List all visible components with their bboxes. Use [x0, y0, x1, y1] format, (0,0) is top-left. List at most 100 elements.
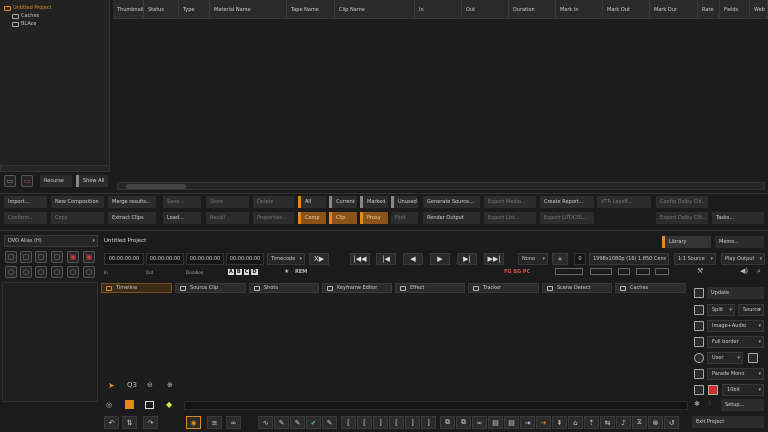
tool-icon[interactable]: ○ — [51, 266, 63, 278]
new-composition-button[interactable]: New Composition — [51, 196, 104, 208]
razor-icon[interactable]: Q3 — [127, 381, 137, 389]
parade-select[interactable]: Parade Mono — [707, 368, 764, 380]
play-reverse-icon[interactable]: ◀ — [403, 253, 423, 265]
clip-toggle[interactable]: Clip — [329, 212, 357, 224]
home-icon[interactable]: ⌂ — [568, 416, 583, 429]
out-timecode[interactable]: 00:00:00:00 — [146, 253, 184, 265]
link-icon[interactable]: ⧉ — [456, 416, 471, 429]
update-button[interactable]: Update — [707, 287, 764, 299]
conform-button[interactable]: Conform... — [4, 212, 47, 224]
zoom-out-icon[interactable]: ⊖ — [147, 381, 153, 389]
tab-source-clip[interactable]: Source Clip — [175, 283, 246, 293]
search-icon[interactable]: ⌕ — [757, 267, 761, 276]
show-all-button[interactable]: Show All — [76, 175, 108, 187]
load-button[interactable]: Load... — [163, 212, 201, 224]
image-audio-icon[interactable] — [694, 321, 704, 331]
timeline-scroll[interactable] — [184, 401, 688, 410]
bracket-icon[interactable]: ] — [373, 416, 388, 429]
prev-frame-icon[interactable]: |◀ — [376, 253, 396, 265]
refresh-icon[interactable] — [694, 288, 704, 298]
find-button[interactable]: Find — [391, 212, 418, 224]
up-icon[interactable]: ⇡ — [584, 416, 599, 429]
curve-icon[interactable]: ∿ — [258, 416, 273, 429]
split-clip-icon[interactable]: ⧉ — [440, 416, 455, 429]
none-select[interactable]: None — [518, 253, 548, 265]
clip-icon[interactable]: ▤ — [488, 416, 503, 429]
col-status[interactable]: Status — [144, 0, 179, 19]
source-select[interactable]: Source — [738, 304, 764, 316]
generate-source-button[interactable]: Generate Source... — [423, 196, 480, 208]
bracket-icon[interactable]: [ — [357, 416, 372, 429]
tab-caches[interactable]: Caches — [615, 283, 686, 293]
folder-delete-icon[interactable]: ▭ — [21, 175, 33, 187]
tasks-button[interactable]: Tasks... — [712, 212, 764, 224]
user-select[interactable]: User — [707, 352, 743, 364]
a-button[interactable]: A — [228, 269, 234, 275]
tab-tracker[interactable]: Tracker — [468, 283, 539, 293]
image-audio-select[interactable]: Image+Audio — [707, 320, 764, 332]
format-select[interactable]: 1998x1080p (16) 1.850 Cen — [589, 253, 669, 265]
tool-icon[interactable]: ○ — [5, 266, 17, 278]
source-mode-select[interactable]: 1:1 Source — [674, 253, 716, 265]
config-dolby-button[interactable]: Config Dolby Clif... — [656, 196, 708, 208]
swap-icon[interactable]: ⇅ — [122, 416, 137, 429]
zoom-in-icon[interactable]: ⊕ — [167, 381, 173, 389]
audio-wave-icon[interactable]: ♪ — [616, 416, 631, 429]
col-fields[interactable]: Fields — [720, 0, 750, 19]
bracket-icon[interactable]: [ — [341, 416, 356, 429]
settings-icon[interactable]: ✱ — [694, 400, 700, 408]
grid-hscroll[interactable] — [117, 182, 765, 190]
col-in[interactable]: In — [415, 0, 462, 19]
tree-item-blace[interactable]: BLAce — [12, 20, 37, 28]
page-icon[interactable] — [145, 401, 154, 409]
comp-toggle[interactable]: Comp — [298, 212, 326, 224]
scroll-thumb[interactable] — [126, 184, 186, 189]
export-list-button[interactable]: Export List... — [484, 212, 536, 224]
bracket-icon[interactable]: ] — [421, 416, 436, 429]
col-type[interactable]: Type — [179, 0, 210, 19]
duration-timecode[interactable]: 00:00:00:00 — [186, 253, 224, 265]
c-button[interactable]: C — [243, 269, 250, 275]
col-clip-name[interactable]: Clip Name — [335, 0, 415, 19]
tool-icon[interactable]: ○ — [20, 266, 32, 278]
delete-clip-icon[interactable]: ⊗ — [648, 416, 663, 429]
tool-icon[interactable]: ○ — [67, 266, 79, 278]
bin-icon[interactable] — [125, 400, 134, 409]
col-duration[interactable]: Duration — [509, 0, 556, 19]
volume-icon[interactable]: ◀) — [740, 267, 748, 275]
border-select[interactable]: Full border — [707, 336, 764, 348]
tool-icon[interactable]: ▢ — [51, 251, 63, 263]
waveform-icon[interactable] — [694, 369, 704, 379]
step-icon[interactable]: « — [552, 253, 568, 265]
alias-select[interactable]: DVD Alias (H) — [4, 235, 98, 247]
monitor-icon[interactable] — [590, 268, 612, 275]
split-select[interactable]: Split — [707, 304, 735, 316]
tab-keyframe-editor[interactable]: Keyframe Editor — [322, 283, 392, 293]
histogram-icon[interactable] — [694, 385, 704, 395]
tool-icon[interactable]: ▢ — [35, 251, 47, 263]
replace-icon[interactable]: ⇆ — [600, 416, 615, 429]
tool-icon[interactable]: ▢ — [20, 251, 32, 263]
cursor-icon[interactable]: ➤ — [108, 381, 115, 390]
redo-icon[interactable]: ↷ — [143, 416, 158, 429]
clip-icon[interactable]: ▤ — [504, 416, 519, 429]
lift-icon[interactable]: ⇞ — [552, 416, 567, 429]
col-mark-in[interactable]: Mark In — [556, 0, 603, 19]
border-icon[interactable] — [694, 337, 704, 347]
position-timecode[interactable]: 00:00:00:00 — [226, 253, 264, 265]
export-lut-cdl-button[interactable]: Export LUT/CDL... — [540, 212, 594, 224]
tab-scene-detect[interactable]: Scene Detect — [542, 283, 612, 293]
bit-depth-select[interactable]: 10bit — [722, 384, 764, 396]
tool-icon[interactable]: ○ — [35, 266, 47, 278]
tab-timeline[interactable]: Timeline — [101, 283, 172, 293]
folder-open-icon[interactable]: ▭ — [4, 175, 16, 187]
forward-icon[interactable]: ⇥ — [520, 416, 535, 429]
undo-edit-icon[interactable]: ↺ — [664, 416, 679, 429]
col-web[interactable]: Web — [750, 0, 768, 19]
recurse-button[interactable]: Recurse — [40, 175, 72, 187]
tool-icon[interactable]: ○ — [83, 266, 95, 278]
extract-clips-button[interactable]: Extract Clips — [108, 212, 156, 224]
delete-button[interactable]: Delete — [253, 196, 294, 208]
edit-icon[interactable]: ✎ — [290, 416, 305, 429]
record-mode-icon[interactable]: ◉ — [186, 416, 201, 429]
